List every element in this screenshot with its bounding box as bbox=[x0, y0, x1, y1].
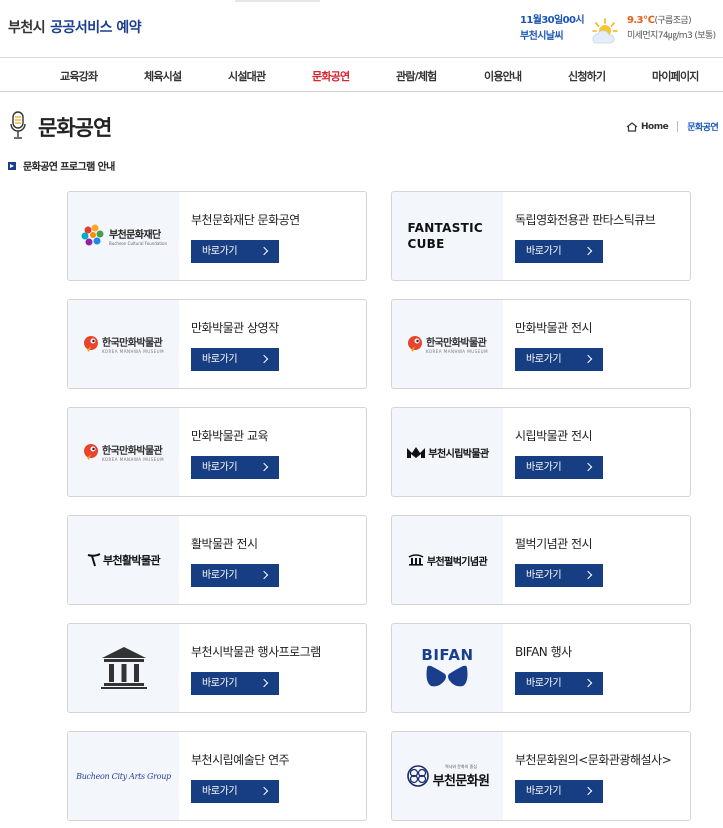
pearl-buck-logo: 부천펄벅기념관 bbox=[392, 516, 503, 604]
culture-center-mark-icon bbox=[406, 765, 429, 787]
manhwa-museum-mark-icon bbox=[83, 444, 98, 460]
card-title: 부천시박물관 행사프로그램 bbox=[191, 645, 321, 659]
go-button[interactable]: 바로가기 bbox=[515, 672, 603, 695]
go-button[interactable]: 바로가기 bbox=[191, 780, 279, 803]
program-card-manhwa-screening: 한국만화박물관 KOREA MANHWA MUSEUM 만화박물관 상영작 바로… bbox=[67, 299, 367, 389]
culture-foundation-logo: 부천문화재단 Bucheon Cultural Foundation bbox=[68, 192, 179, 280]
microphone-icon bbox=[10, 111, 26, 139]
manhwa-museum-mark-icon bbox=[407, 336, 422, 352]
program-card-fantastic-cube: FANTASTIC CUBE 독립영화전용관 판타스틱큐브 바로가기 bbox=[391, 191, 691, 281]
chevron-right-icon bbox=[259, 246, 269, 256]
go-button[interactable]: 바로가기 bbox=[515, 240, 603, 263]
nav-item-mypage[interactable]: 마이페이지 bbox=[652, 68, 699, 84]
city-museum-logo: 부천시립박물관 bbox=[392, 408, 503, 496]
go-button[interactable]: 바로가기 bbox=[515, 348, 603, 371]
nav-item-sports[interactable]: 체육시설 bbox=[144, 68, 182, 84]
breadcrumb-home[interactable]: Home bbox=[626, 121, 669, 132]
weather-date: 11월30일00시 부천시날씨 bbox=[520, 15, 585, 42]
program-card-bow-museum: 부천활박물관 활박물관 전시 바로가기 bbox=[67, 515, 367, 605]
card-title: 시립박물관 전시 bbox=[515, 429, 593, 443]
city-museum-mark-icon bbox=[407, 447, 426, 458]
card-title: 부천문화재단 문화공연 bbox=[191, 213, 300, 227]
bow-arrow-icon bbox=[87, 553, 101, 567]
card-title: BIFAN 행사 bbox=[515, 645, 572, 659]
header-accent-line bbox=[235, 0, 320, 2]
chevron-right-icon bbox=[583, 570, 593, 580]
main-nav: 교육강좌 체육시설 시설대관 문화공연 관람/체험 이용안내 신청하기 마이페이… bbox=[0, 59, 723, 92]
memorial-hall-icon bbox=[408, 554, 424, 566]
museum-logo bbox=[68, 624, 179, 712]
program-card-manhwa-education: 한국만화박물관 KOREA MANHWA MUSEUM 만화박물관 교육 바로가… bbox=[67, 407, 367, 497]
manhwa-museum-logo: 한국만화박물관 KOREA MANHWA MUSEUM bbox=[392, 300, 503, 388]
program-card-bifan: BIFAN BIFAN 행사 바로가기 bbox=[391, 623, 691, 713]
site-header: 부천시 공공서비스 예약 11월30일00시 부천시날씨 9.3℃(구름조금) 미… bbox=[0, 0, 723, 58]
manhwa-museum-logo: 한국만화박물관 KOREA MANHWA MUSEUM bbox=[68, 300, 179, 388]
program-card-manhwa-exhibition: 한국만화박물관 KOREA MANHWA MUSEUM 만화박물관 전시 바로가… bbox=[391, 299, 691, 389]
card-title: 독립영화전용관 판타스틱큐브 bbox=[515, 213, 656, 227]
card-title: 부천시립예술단 연주 bbox=[191, 753, 290, 767]
breadcrumb-separator bbox=[677, 121, 679, 132]
go-button[interactable]: 바로가기 bbox=[191, 564, 279, 587]
card-title: 활박물관 전시 bbox=[191, 537, 258, 551]
museum-building-icon bbox=[100, 647, 147, 689]
arts-group-logo: Bucheon City Arts Group bbox=[68, 732, 179, 820]
page-title: 문화공연 bbox=[38, 116, 112, 140]
nav-item-rental[interactable]: 시설대관 bbox=[228, 68, 266, 84]
chevron-right-icon bbox=[583, 678, 593, 688]
culture-foundation-mark-icon bbox=[81, 224, 104, 246]
site-title[interactable]: 부천시 공공서비스 예약 bbox=[8, 17, 142, 37]
go-button[interactable]: 바로가기 bbox=[191, 348, 279, 371]
chevron-right-icon bbox=[259, 462, 269, 472]
bifan-mark-icon bbox=[426, 665, 468, 687]
program-card-pearl-buck: 부천펄벅기념관 펄벅기념관 전시 바로가기 bbox=[391, 515, 691, 605]
card-title: 펄벅기념관 전시 bbox=[515, 537, 593, 551]
nav-item-tour[interactable]: 관람/체험 bbox=[396, 68, 437, 84]
breadcrumb: Home 문화공연 bbox=[626, 120, 719, 133]
go-button[interactable]: 바로가기 bbox=[515, 780, 603, 803]
chevron-right-icon bbox=[259, 570, 269, 580]
bifan-logo: BIFAN bbox=[392, 624, 503, 712]
nav-item-apply[interactable]: 신청하기 bbox=[568, 68, 606, 84]
partly-cloudy-icon bbox=[592, 18, 618, 44]
card-title: 만화박물관 교육 bbox=[191, 429, 269, 443]
section-bullet-icon bbox=[8, 161, 16, 170]
culture-center-logo: 역사와 문화의 중심 부천문화원 bbox=[392, 732, 503, 820]
program-card-arts-group: Bucheon City Arts Group 부천시립예술단 연주 바로가기 bbox=[67, 731, 367, 821]
go-button[interactable]: 바로가기 bbox=[191, 456, 279, 479]
home-icon bbox=[626, 121, 638, 132]
chevron-right-icon bbox=[259, 786, 269, 796]
nav-item-guide[interactable]: 이용안내 bbox=[484, 68, 522, 84]
program-card-culture-foundation: 부천문화재단 Bucheon Cultural Foundation 부천문화재… bbox=[67, 191, 367, 281]
card-title: 만화박물관 전시 bbox=[515, 321, 593, 335]
program-card-city-museum: 부천시립박물관 시립박물관 전시 바로가기 bbox=[391, 407, 691, 497]
chevron-right-icon bbox=[583, 786, 593, 796]
go-button[interactable]: 바로가기 bbox=[515, 564, 603, 587]
nav-item-education[interactable]: 교육강좌 bbox=[60, 68, 98, 84]
manhwa-museum-logo: 한국만화박물관 KOREA MANHWA MUSEUM bbox=[68, 408, 179, 496]
section-title: 문화공연 프로그램 안내 bbox=[8, 158, 115, 173]
program-card-museum-events: 부천시박물관 행사프로그램 바로가기 bbox=[67, 623, 367, 713]
card-title: 부천문화원의<문화관광해설사> bbox=[515, 753, 672, 767]
program-card-culture-center: 역사와 문화의 중심 부천문화원 부천문화원의<문화관광해설사> 바로가기 bbox=[391, 731, 691, 821]
card-title: 만화박물관 상영작 bbox=[191, 321, 279, 335]
go-button[interactable]: 바로가기 bbox=[191, 240, 279, 263]
chevron-right-icon bbox=[259, 354, 269, 364]
chevron-right-icon bbox=[583, 354, 593, 364]
nav-item-culture[interactable]: 문화공연 bbox=[312, 68, 350, 84]
go-button[interactable]: 바로가기 bbox=[515, 456, 603, 479]
bow-museum-logo: 부천활박물관 bbox=[68, 516, 179, 604]
chevron-right-icon bbox=[259, 678, 269, 688]
breadcrumb-current[interactable]: 문화공연 bbox=[687, 120, 719, 133]
go-button[interactable]: 바로가기 bbox=[191, 672, 279, 695]
fantastic-cube-logo: FANTASTIC CUBE bbox=[392, 192, 503, 280]
manhwa-museum-mark-icon bbox=[83, 336, 98, 352]
chevron-right-icon bbox=[583, 462, 593, 472]
weather-info: 9.3℃(구름조금) 미세먼지74㎍/m3 (보통) bbox=[627, 15, 716, 41]
chevron-right-icon bbox=[583, 246, 593, 256]
